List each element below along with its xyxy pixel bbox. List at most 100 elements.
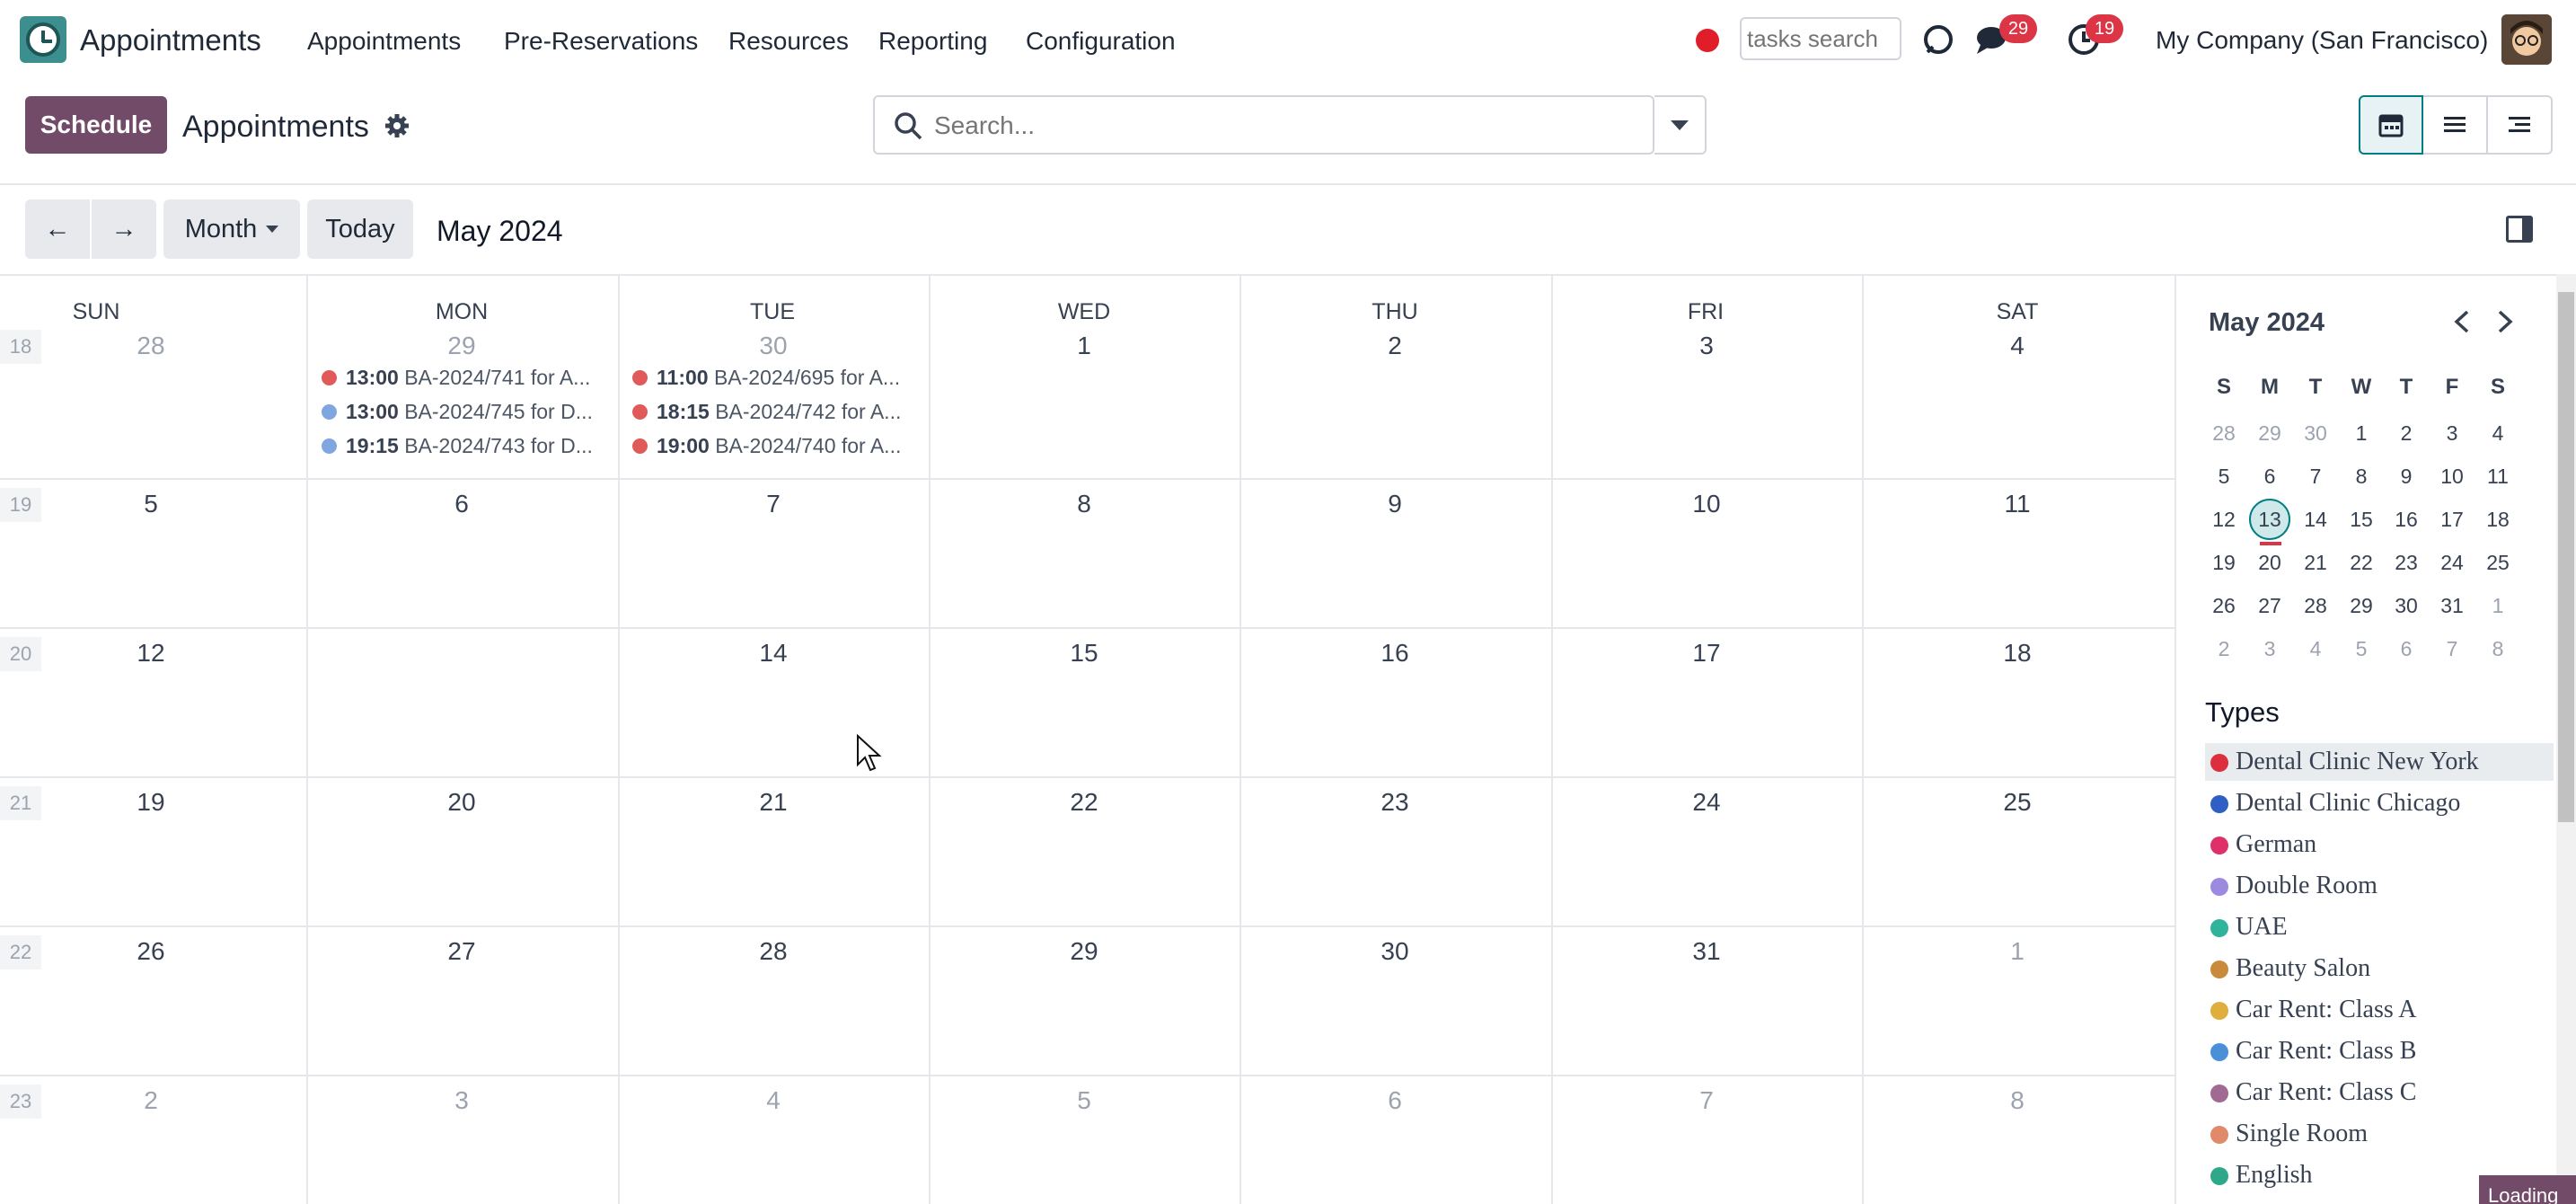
mini-calendar-day[interactable]: 29 xyxy=(2249,412,2290,454)
mini-calendar-day[interactable]: 28 xyxy=(2295,585,2336,626)
calendar-day[interactable]: 19 xyxy=(124,779,178,826)
calendar-day[interactable]: 14 xyxy=(746,630,800,677)
menu-appointments[interactable]: Appointments xyxy=(307,27,461,56)
calendar-day[interactable]: 29 xyxy=(435,323,489,369)
mini-calendar-day[interactable]: 25 xyxy=(2477,542,2519,583)
search-options-toggle[interactable] xyxy=(1654,95,1707,155)
mini-calendar-day[interactable]: 5 xyxy=(2341,628,2382,669)
calendar-view-button[interactable] xyxy=(2359,95,2423,155)
calendar-day[interactable]: 20 xyxy=(435,779,489,826)
mini-calendar-day[interactable]: 4 xyxy=(2295,628,2336,669)
calendar-day[interactable]: 16 xyxy=(1368,630,1422,677)
calendar-day[interactable]: 30 xyxy=(746,323,800,369)
app-name[interactable]: Appointments xyxy=(80,23,261,58)
type-filter-item[interactable]: UAE xyxy=(2205,908,2554,946)
mini-calendar-day[interactable]: 7 xyxy=(2295,456,2336,497)
calendar-day[interactable]: 22 xyxy=(1057,779,1111,826)
mini-calendar-day[interactable]: 19 xyxy=(2203,542,2245,583)
calendar-event[interactable]: 13:00 BA-2024/745 for D... xyxy=(322,400,604,424)
mini-calendar-day[interactable]: 7 xyxy=(2431,628,2473,669)
calendar-day[interactable]: 4 xyxy=(1990,323,2044,369)
mini-calendar-day[interactable]: 18 xyxy=(2477,499,2519,540)
calendar-day[interactable]: 3 xyxy=(1680,323,1734,369)
calendar-day[interactable]: 23 xyxy=(1368,779,1422,826)
calendar-day[interactable]: 5 xyxy=(124,481,178,527)
mini-calendar-day[interactable]: 20 xyxy=(2249,542,2290,583)
calendar-day[interactable]: 1 xyxy=(1990,928,2044,975)
mini-calendar-day[interactable]: 3 xyxy=(2431,412,2473,454)
mini-calendar-day[interactable]: 31 xyxy=(2431,585,2473,626)
mini-calendar-day[interactable]: 2 xyxy=(2386,412,2427,454)
calendar-day[interactable]: 25 xyxy=(1990,779,2044,826)
calendar-day[interactable]: 5 xyxy=(1057,1077,1111,1124)
calendar-day[interactable]: 29 xyxy=(1057,928,1111,975)
calendar-day[interactable]: 24 xyxy=(1680,779,1734,826)
menu-configuration[interactable]: Configuration xyxy=(1026,27,1176,56)
mini-calendar-day[interactable]: 1 xyxy=(2477,585,2519,626)
today-date[interactable]: 13 xyxy=(435,630,489,677)
calendar-day[interactable]: 6 xyxy=(1368,1077,1422,1124)
gantt-view-button[interactable] xyxy=(2488,95,2553,155)
mini-calendar-day[interactable]: 27 xyxy=(2249,585,2290,626)
chevron-left-icon[interactable] xyxy=(2446,305,2480,339)
calendar-day[interactable]: 28 xyxy=(124,323,178,369)
mini-calendar-day[interactable]: 13 xyxy=(2249,499,2290,545)
mini-calendar-day[interactable]: 23 xyxy=(2386,542,2427,583)
discuss-icon[interactable] xyxy=(1920,22,1956,58)
calendar-day[interactable]: 31 xyxy=(1680,928,1734,975)
list-view-button[interactable] xyxy=(2423,95,2488,155)
mini-calendar-day[interactable]: 2 xyxy=(2203,628,2245,669)
calendar-day[interactable]: 30 xyxy=(1368,928,1422,975)
mini-calendar-day[interactable]: 24 xyxy=(2431,542,2473,583)
calendar-day[interactable]: 2 xyxy=(124,1077,178,1124)
mini-calendar-day[interactable]: 10 xyxy=(2431,456,2473,497)
user-avatar[interactable] xyxy=(2501,14,2552,65)
menu-pre-reservations[interactable]: Pre-Reservations xyxy=(504,27,698,56)
mini-calendar-day[interactable]: 1 xyxy=(2341,412,2382,454)
sidebar-toggle-icon[interactable] xyxy=(2506,216,2533,243)
mini-calendar-day[interactable]: 30 xyxy=(2386,585,2427,626)
scale-dropdown[interactable]: Month xyxy=(163,199,300,259)
mini-calendar-day[interactable]: 15 xyxy=(2341,499,2382,540)
mini-calendar-day[interactable]: 28 xyxy=(2203,412,2245,454)
chevron-right-icon[interactable] xyxy=(2487,305,2521,339)
type-filter-item[interactable]: Double Room xyxy=(2205,867,2554,905)
company-switcher[interactable]: My Company (San Francisco) xyxy=(2156,26,2488,55)
type-filter-item[interactable]: Car Rent: Class C xyxy=(2205,1074,2554,1111)
today-button[interactable]: Today xyxy=(307,199,413,259)
mini-calendar-day[interactable]: 9 xyxy=(2386,456,2427,497)
search-input[interactable] xyxy=(934,108,1617,144)
mini-calendar-day[interactable]: 30 xyxy=(2295,412,2336,454)
calendar-day[interactable]: 26 xyxy=(124,928,178,975)
gear-icon[interactable] xyxy=(384,113,410,138)
mini-calendar-day[interactable]: 3 xyxy=(2249,628,2290,669)
appointments-app-icon[interactable] xyxy=(20,16,66,63)
calendar-event[interactable]: 19:15 BA-2024/743 for D... xyxy=(322,434,604,458)
calendar-day[interactable]: 12 xyxy=(124,630,178,677)
type-filter-item[interactable]: Single Room xyxy=(2205,1115,2554,1153)
mini-calendar-day[interactable]: 6 xyxy=(2386,628,2427,669)
calendar-event[interactable]: 18:15 BA-2024/742 for A... xyxy=(632,400,915,424)
menu-resources[interactable]: Resources xyxy=(728,27,849,56)
type-filter-item[interactable]: Beauty Salon xyxy=(2205,950,2554,987)
calendar-day[interactable]: 28 xyxy=(746,928,800,975)
calendar-day[interactable]: 15 xyxy=(1057,630,1111,677)
mini-calendar-day[interactable]: 14 xyxy=(2295,499,2336,540)
calendar-day[interactable]: 21 xyxy=(746,779,800,826)
calendar-day[interactable]: 4 xyxy=(746,1077,800,1124)
mini-calendar-day[interactable]: 22 xyxy=(2341,542,2382,583)
calendar-day[interactable]: 17 xyxy=(1680,630,1734,677)
type-filter-item[interactable]: Dental Clinic Chicago xyxy=(2205,784,2554,822)
record-indicator-icon[interactable] xyxy=(1696,29,1719,52)
calendar-event[interactable]: 11:00 BA-2024/695 for A... xyxy=(632,366,915,390)
type-filter-item[interactable]: German xyxy=(2205,826,2554,863)
calendar-event[interactable]: 19:00 BA-2024/740 for A... xyxy=(632,434,915,458)
mini-calendar-day[interactable]: 16 xyxy=(2386,499,2427,540)
mini-calendar-day[interactable]: 8 xyxy=(2341,456,2382,497)
mini-calendar-day[interactable]: 17 xyxy=(2431,499,2473,540)
calendar-day[interactable]: 2 xyxy=(1368,323,1422,369)
mini-calendar-day[interactable]: 12 xyxy=(2203,499,2245,540)
sidebar-scrollbar[interactable] xyxy=(2556,274,2576,1204)
mini-calendar-day[interactable]: 26 xyxy=(2203,585,2245,626)
next-period-button[interactable]: → xyxy=(92,199,156,259)
